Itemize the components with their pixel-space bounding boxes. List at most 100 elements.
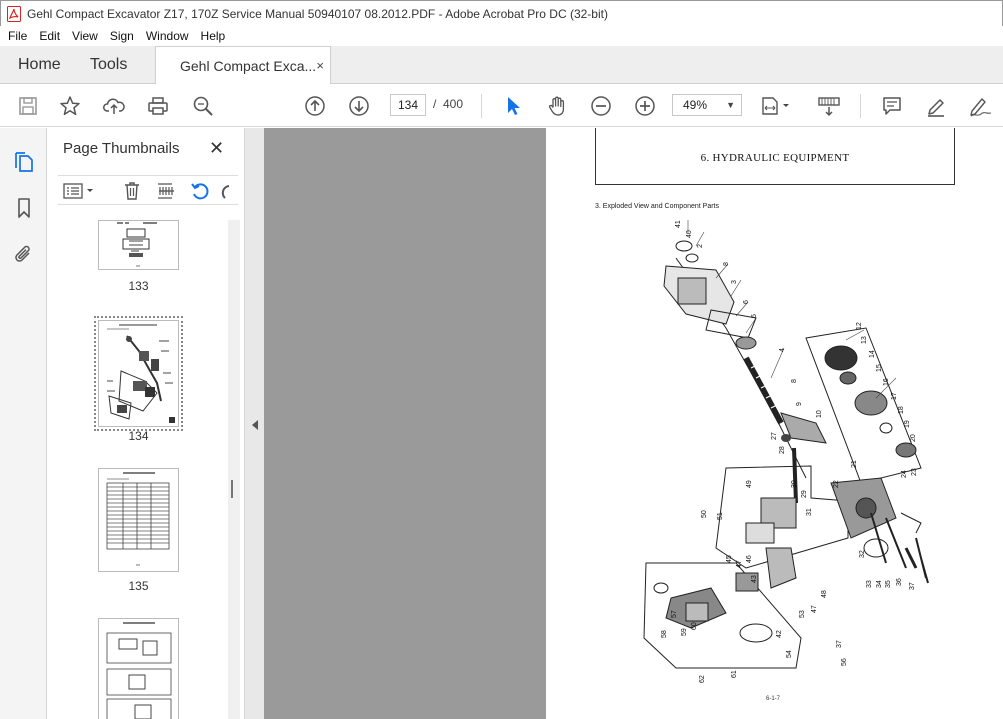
svg-text:8: 8 <box>723 262 730 266</box>
tab-close-icon[interactable]: × <box>316 58 324 73</box>
toolbar-divider <box>860 94 861 118</box>
svg-text:29: 29 <box>801 490 808 498</box>
hand-tool-icon[interactable] <box>544 93 570 119</box>
bookmark-star-icon[interactable] <box>57 93 83 119</box>
menu-window[interactable]: Window <box>140 29 195 43</box>
svg-text:59: 59 <box>681 628 688 636</box>
svg-text:37: 37 <box>836 640 843 648</box>
fit-page-icon[interactable] <box>758 93 792 119</box>
toolbar-divider <box>481 94 482 118</box>
collapse-arrow-icon[interactable] <box>252 420 258 430</box>
svg-text:27: 27 <box>771 432 778 440</box>
svg-text:57: 57 <box>671 610 678 618</box>
rotate-counterclockwise-icon[interactable] <box>188 180 212 202</box>
save-icon[interactable] <box>15 93 41 119</box>
zoom-out-icon[interactable] <box>588 93 614 119</box>
svg-text:54: 54 <box>786 650 793 658</box>
svg-text:16: 16 <box>883 378 890 386</box>
attachment-paperclip-icon[interactable] <box>13 242 35 266</box>
exploded-view-diagram: 41 40 2 8 3 6 5 4 8 9 10 12 13 14 15 16 … <box>643 220 929 683</box>
svg-text:50: 50 <box>701 510 708 518</box>
chapter-header-box: 6. HYDRAULIC EQUIPMENT <box>595 128 955 185</box>
window-title: Gehl Compact Excavator Z17, 170Z Service… <box>27 6 608 21</box>
tab-document[interactable]: Gehl Compact Exca... × <box>155 46 331 85</box>
previous-page-icon[interactable] <box>302 93 328 119</box>
svg-text:60: 60 <box>691 622 698 630</box>
svg-text:5: 5 <box>751 314 758 318</box>
svg-text:45: 45 <box>726 555 733 563</box>
select-cursor-icon[interactable] <box>500 93 526 119</box>
thumbnail-page-133[interactable] <box>98 220 179 270</box>
document-viewer[interactable]: 6. HYDRAULIC EQUIPMENT 3. Exploded View … <box>264 128 1003 719</box>
tab-home[interactable]: Home <box>18 46 61 84</box>
svg-text:15: 15 <box>876 364 883 372</box>
next-page-icon[interactable] <box>346 93 372 119</box>
print-icon[interactable] <box>145 93 171 119</box>
panel-collapse-handle[interactable] <box>244 128 264 719</box>
title-bar: Gehl Compact Excavator Z17, 170Z Service… <box>0 0 1003 26</box>
svg-text:22: 22 <box>833 480 840 488</box>
tab-tools[interactable]: Tools <box>90 46 127 84</box>
options-menu-icon[interactable] <box>62 180 96 202</box>
pdf-page: 6. HYDRAULIC EQUIPMENT 3. Exploded View … <box>546 128 1003 719</box>
zoom-in-icon[interactable] <box>632 93 658 119</box>
menu-view[interactable]: View <box>66 29 104 43</box>
svg-text:31: 31 <box>806 508 813 516</box>
thumbnail-scrollbar[interactable] <box>228 220 240 719</box>
comment-icon[interactable] <box>879 93 905 119</box>
delete-page-icon[interactable] <box>120 180 144 202</box>
svg-text:10: 10 <box>816 410 823 418</box>
scroll-mode-icon[interactable] <box>814 93 844 119</box>
svg-text:32: 32 <box>859 550 866 558</box>
svg-text:17: 17 <box>891 392 898 400</box>
search-zoom-icon[interactable] <box>190 93 216 119</box>
svg-text:48: 48 <box>821 590 828 598</box>
page-thumbnails-icon[interactable] <box>13 150 35 174</box>
acrobat-app-icon <box>7 5 21 22</box>
share-upload-icon[interactable] <box>101 93 127 119</box>
svg-text:41: 41 <box>675 220 682 228</box>
page-separator: / <box>433 97 437 111</box>
svg-text:21: 21 <box>851 460 858 468</box>
svg-text:9: 9 <box>796 402 803 406</box>
svg-text:14: 14 <box>869 350 876 358</box>
extract-page-icon[interactable] <box>154 180 178 202</box>
svg-text:49: 49 <box>746 480 753 488</box>
svg-text:8: 8 <box>791 379 798 383</box>
close-panel-icon[interactable]: ✕ <box>209 138 224 159</box>
svg-text:13: 13 <box>861 336 868 344</box>
thumbnail-page-134[interactable] <box>94 316 183 431</box>
section-title: 3. Exploded View and Component Parts <box>595 203 720 210</box>
svg-text:40: 40 <box>686 230 693 238</box>
svg-text:47: 47 <box>736 560 743 568</box>
scrollbar-grip[interactable] <box>231 480 233 498</box>
highlight-pen-icon[interactable] <box>923 93 949 119</box>
chevron-down-icon: ▼ <box>726 100 735 110</box>
svg-text:58: 58 <box>661 630 668 638</box>
menu-sign[interactable]: Sign <box>104 29 140 43</box>
left-rail <box>0 128 47 719</box>
page-number-input[interactable]: 134 <box>390 94 426 116</box>
zoom-level-select[interactable]: 49% ▼ <box>672 94 742 116</box>
menu-help[interactable]: Help <box>195 29 232 43</box>
menu-edit[interactable]: Edit <box>33 29 66 43</box>
page-total: 400 <box>443 97 464 111</box>
bookmark-icon[interactable] <box>13 196 35 220</box>
tab-bar: Home Tools Gehl Compact Exca... × <box>0 46 1003 85</box>
tab-document-label: Gehl Compact Exca... <box>180 58 317 74</box>
panel-title: Page Thumbnails <box>63 140 180 157</box>
svg-text:18: 18 <box>898 406 905 414</box>
svg-text:23: 23 <box>911 468 918 476</box>
svg-text:62: 62 <box>699 675 706 683</box>
thumbnail-page-135[interactable] <box>98 468 179 572</box>
thumbnail-page-136[interactable] <box>98 618 179 719</box>
svg-text:30: 30 <box>791 480 798 488</box>
menu-file[interactable]: File <box>2 29 33 43</box>
svg-text:4: 4 <box>779 348 786 352</box>
sign-pen-icon[interactable] <box>966 93 996 119</box>
rotate-clockwise-icon[interactable] <box>216 180 232 202</box>
svg-text:12: 12 <box>856 322 863 330</box>
svg-text:36: 36 <box>896 578 903 586</box>
svg-text:35: 35 <box>885 580 892 588</box>
main-toolbar: 134 / 400 49% ▼ <box>0 84 1003 127</box>
